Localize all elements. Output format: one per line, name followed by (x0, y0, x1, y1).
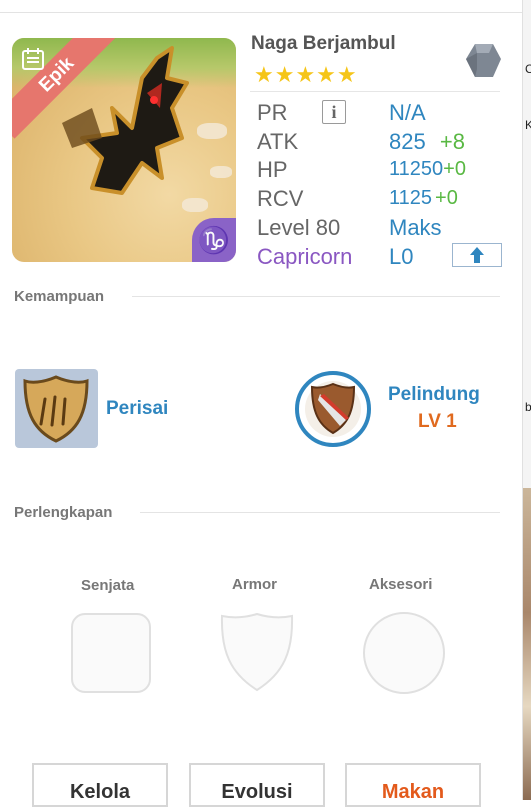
armor-slot[interactable] (218, 611, 296, 693)
star-rating: ★★★★★ (254, 62, 358, 87)
equipment-title: Perlengkapan (14, 504, 113, 521)
stat-value-pr: N/A (389, 100, 426, 125)
stat-label-level: Level 80 (257, 215, 341, 240)
monster-detail-panel: Epik ♑ Naga Berjambul ★★★★★ PR i N/A ATK… (0, 0, 522, 807)
portrait-stone (210, 166, 232, 178)
equipment-divider (140, 512, 500, 513)
stat-label-pr: PR (257, 100, 288, 125)
zodiac-upgrade-button[interactable] (452, 243, 502, 267)
arrow-up-icon (470, 247, 484, 263)
header-divider (250, 91, 500, 92)
stat-value-hp: 11250+0 (389, 158, 466, 181)
top-divider (0, 12, 531, 13)
ability-label-perisai[interactable]: Perisai (106, 398, 168, 420)
stone-hexagon-icon (466, 44, 501, 77)
background-page-edge: C K b (522, 0, 531, 800)
monster-portrait[interactable]: Epik ♑ (12, 38, 236, 262)
rcv-bonus: +0 (435, 187, 458, 209)
slot-label-accessory: Aksesori (369, 576, 433, 593)
ability-level-pelindung: LV 1 (418, 411, 457, 432)
abilities-title: Kemampuan (14, 288, 105, 305)
abilities-divider (132, 296, 500, 297)
stat-label-atk: ATK (257, 129, 299, 154)
atk-base: 825 (389, 129, 426, 154)
stat-value-zodiac: L0 (389, 244, 414, 269)
shield-claw-icon[interactable] (15, 369, 98, 448)
evolve-button[interactable]: Evolusi (189, 763, 325, 807)
defender-badge-icon[interactable] (294, 370, 372, 448)
slot-label-armor: Armor (232, 576, 278, 593)
slot-label-weapon: Senjata (81, 577, 135, 594)
accessory-slot[interactable] (363, 612, 445, 694)
edge-glyph: K (525, 118, 531, 132)
manage-button[interactable]: Kelola (32, 763, 168, 807)
zodiac-capricorn-icon: ♑ (192, 218, 236, 262)
atk-bonus: +8 (439, 129, 465, 154)
stat-value-rcv: 1125 +0 (389, 187, 458, 210)
stat-value-level: Maks (389, 215, 442, 240)
calendar-icon[interactable] (20, 46, 46, 72)
hp-bonus: +0 (443, 158, 466, 180)
edge-glyph: C (525, 62, 531, 76)
stat-value-atk: 825 +8 (389, 129, 465, 155)
ability-label-pelindung[interactable]: Pelindung (388, 384, 480, 406)
monster-name: Naga Berjambul (251, 33, 396, 54)
rcv-base: 1125 (389, 187, 433, 209)
weapon-slot[interactable] (71, 613, 151, 693)
portrait-stone (182, 198, 208, 212)
stat-label-hp: HP (257, 157, 288, 182)
eat-button[interactable]: Makan (345, 763, 481, 807)
stat-label-rcv: RCV (257, 186, 304, 211)
edge-glyph: b (525, 400, 531, 414)
portrait-stone (197, 123, 227, 139)
hp-base: 11250 (389, 158, 444, 180)
background-image-strip (523, 488, 531, 800)
info-icon[interactable]: i (322, 100, 346, 124)
stat-label-zodiac: Capricorn (257, 244, 353, 269)
